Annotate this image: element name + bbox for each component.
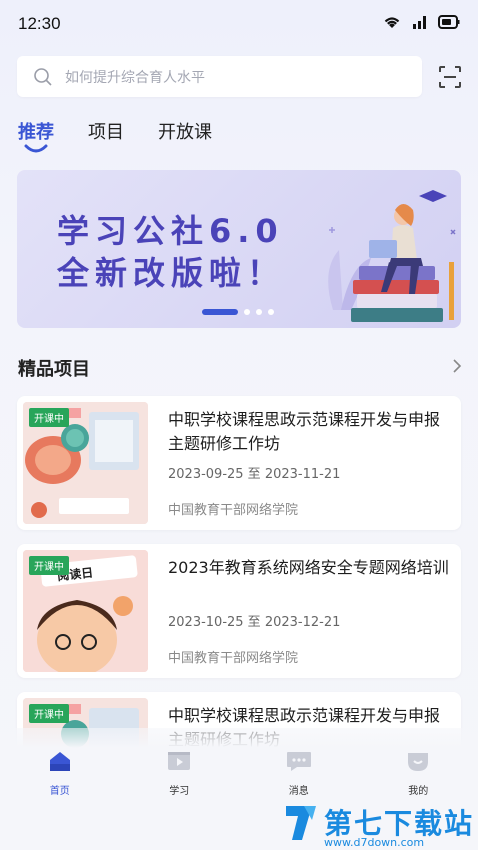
project-org: 中国教育干部网络学院: [168, 503, 299, 518]
status-bar: 12:30: [0, 0, 478, 48]
tab-recommend[interactable]: 推荐: [18, 118, 54, 144]
search-icon: [34, 67, 52, 86]
banner-pagination: [202, 309, 274, 315]
status-badge: 开课中: [29, 556, 69, 575]
status-badge: 开课中: [29, 408, 69, 427]
project-date: 2023-09-25 至 2023-11-21: [168, 467, 341, 482]
status-badge: 开课中: [29, 704, 69, 723]
tab-open-courses[interactable]: 开放课: [158, 118, 212, 144]
home-icon: [49, 752, 70, 771]
banner-line2: 全新改版啦！: [57, 254, 286, 292]
status-icons: [382, 14, 460, 30]
project-card[interactable]: 阅读日 开课中 2023年教育系统网络安全专题网络培训 2023-10-25 至…: [17, 544, 461, 678]
bottom-nav: 首页 学习 消息 我的: [0, 748, 478, 808]
project-thumbnail: 阅读日 开课中: [23, 550, 148, 672]
watermark: 第七下载站 www.d7down.com: [282, 800, 474, 849]
nav-study[interactable]: 学习: [120, 748, 240, 808]
project-org: 中国教育干部网络学院: [168, 651, 299, 666]
banner-illustration: [328, 190, 456, 322]
search-placeholder: 如何提升综合育人水平: [65, 69, 205, 86]
scan-icon[interactable]: [437, 64, 463, 90]
status-time: 12:30: [18, 14, 61, 33]
banner-line1: 学习公社6.0: [57, 212, 284, 250]
section-title: 精品项目: [18, 359, 90, 380]
pagination-dot[interactable]: [256, 309, 262, 315]
watermark-url: www.d7down.com: [324, 836, 425, 849]
chevron-right-icon[interactable]: [452, 358, 462, 374]
project-date: 2023-10-25 至 2023-12-21: [168, 615, 341, 630]
promo-banner[interactable]: 学习公社6.0 全新改版啦！: [17, 170, 461, 328]
battery-icon: [438, 15, 460, 29]
signal-icon: [413, 16, 426, 29]
play-icon: [168, 752, 191, 770]
project-thumbnail: 开课中: [23, 402, 148, 524]
nav-profile[interactable]: 我的: [359, 748, 478, 808]
search-input[interactable]: 如何提升综合育人水平: [17, 56, 422, 97]
project-title: 2023年教育系统网络安全专题网络培训: [168, 558, 449, 577]
profile-icon: [408, 753, 429, 771]
message-icon: [286, 752, 311, 771]
nav-label: 学习: [169, 786, 190, 797]
tab-bar: 推荐 项目 开放课: [18, 118, 246, 144]
nav-home[interactable]: 首页: [0, 748, 120, 808]
project-card[interactable]: 开课中 中职学校课程思政示范课程开发与申报主题研修工作坊 2023-09-25 …: [17, 396, 461, 530]
project-title: 中职学校课程思政示范课程开发与申报主题研修工作坊: [168, 410, 441, 453]
nav-label: 消息: [288, 786, 309, 797]
nav-label: 我的: [408, 786, 429, 797]
nav-label: 首页: [49, 786, 70, 797]
pagination-dot[interactable]: [268, 309, 274, 315]
tab-projects[interactable]: 项目: [88, 118, 124, 144]
pagination-dot[interactable]: [244, 309, 250, 315]
nav-messages[interactable]: 消息: [239, 748, 359, 808]
watermark-logo-icon: [286, 806, 316, 840]
wifi-icon: [384, 17, 400, 28]
tab-indicator: [24, 144, 48, 153]
pagination-dot-active[interactable]: [202, 309, 238, 315]
